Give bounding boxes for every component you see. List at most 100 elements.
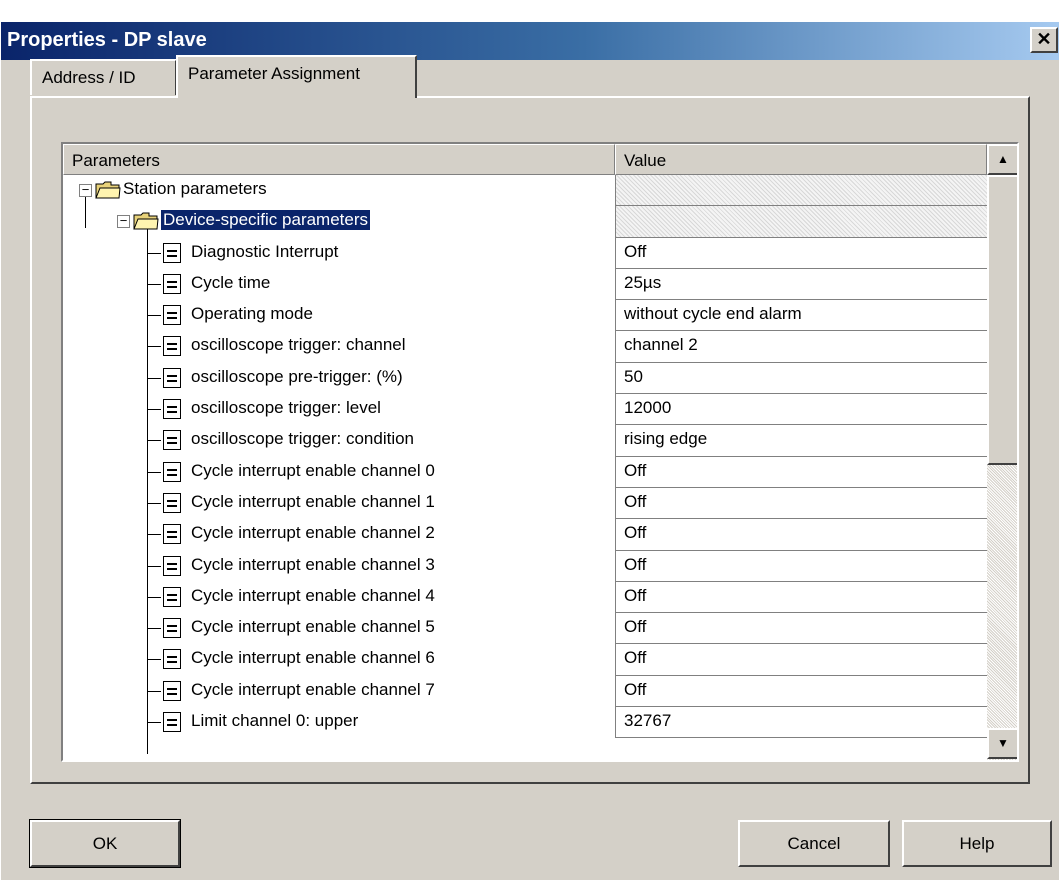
parameter-row[interactable]: oscilloscope trigger: level 12000 <box>63 394 987 426</box>
help-button[interactable]: Help <box>902 820 1052 867</box>
collapse-icon[interactable]: − <box>79 183 92 197</box>
parameter-cell: Cycle interrupt enable channel 2 <box>63 519 615 550</box>
parameter-row[interactable]: Diagnostic Interrupt Off <box>63 237 987 269</box>
parameter-icon <box>163 305 181 326</box>
tree-line <box>147 409 161 411</box>
parameter-row[interactable]: Cycle interrupt enable channel 4 Off <box>63 581 987 614</box>
value-cell[interactable]: without cycle end alarm <box>615 300 987 332</box>
parameter-cell: Cycle interrupt enable channel 1 <box>63 488 615 519</box>
parameter-cell: Cycle interrupt enable channel 7 <box>63 676 615 707</box>
parameter-row[interactable]: Cycle interrupt enable channel 0 Off <box>63 456 987 488</box>
column-header-parameters[interactable]: Parameters <box>63 144 615 175</box>
cancel-button[interactable]: Cancel <box>738 820 890 867</box>
tree-node-row[interactable]: − Station parameters <box>63 175 987 207</box>
parameter-row[interactable]: oscilloscope trigger: channel channel 2 <box>63 331 987 363</box>
title-bar[interactable]: Properties - DP slave ✕ <box>1 22 1059 60</box>
grid-rows: − Station parameters − Device-specific para… <box>63 175 987 755</box>
parameter-cell: Cycle time <box>63 269 615 300</box>
column-header-value[interactable]: Value <box>615 144 987 175</box>
scroll-thumb[interactable] <box>987 175 1017 465</box>
tree-line <box>147 628 161 630</box>
value-cell[interactable]: Off <box>615 675 987 708</box>
tree-line <box>147 377 161 379</box>
tree-line <box>147 315 161 317</box>
tree-line <box>147 596 161 598</box>
parameter-label: Cycle interrupt enable channel 5 <box>191 617 435 637</box>
value-cell[interactable]: channel 2 <box>615 331 987 363</box>
value-cell[interactable]: Off <box>615 644 987 676</box>
value-cell[interactable]: 25µs <box>615 268 987 301</box>
parameter-cell: − Station parameters <box>63 175 615 206</box>
tree-node-row[interactable]: − Device-specific parameters <box>63 206 987 238</box>
parameter-row[interactable]: Cycle interrupt enable channel 5 Off <box>63 613 987 645</box>
value-cell[interactable]: Off <box>615 519 987 551</box>
parameter-cell: oscilloscope pre-trigger: (%) <box>63 363 615 394</box>
parameter-icon <box>163 367 181 388</box>
parameter-icon <box>163 273 181 294</box>
parameter-label: Limit channel 0: upper <box>191 711 359 731</box>
value-cell[interactable]: 50 <box>615 362 987 395</box>
parameter-row[interactable]: Cycle interrupt enable channel 6 Off <box>63 644 987 676</box>
tree-line <box>147 722 161 724</box>
parameter-row[interactable]: Cycle interrupt enable channel 7 Off <box>63 675 987 708</box>
parameter-label: Cycle interrupt enable channel 3 <box>191 554 435 574</box>
value-cell[interactable]: Off <box>615 237 987 269</box>
close-button[interactable]: ✕ <box>1030 27 1058 53</box>
parameter-icon <box>163 618 181 639</box>
parameter-icon <box>163 492 181 513</box>
parameter-cell: − Device-specific parameters <box>63 206 615 237</box>
value-cell[interactable]: rising edge <box>615 425 987 457</box>
tree-line <box>147 565 161 567</box>
parameter-icon <box>163 242 181 263</box>
ok-button[interactable]: OK <box>29 819 181 868</box>
tree-line <box>147 283 161 285</box>
scroll-up-button[interactable]: ▲ <box>987 144 1017 175</box>
parameter-label: Cycle interrupt enable channel 4 <box>191 585 435 605</box>
tree-line <box>147 471 161 473</box>
parameter-cell: Operating mode <box>63 300 615 331</box>
parameter-cell: Cycle interrupt enable channel 5 <box>63 613 615 644</box>
tree-line <box>147 690 161 692</box>
parameter-label: oscilloscope trigger: channel <box>191 335 406 355</box>
parameter-icon <box>163 680 181 701</box>
parameter-cell: Diagnostic Interrupt <box>63 238 615 269</box>
parameter-icon <box>163 586 181 607</box>
parameter-row[interactable]: Cycle interrupt enable channel 1 Off <box>63 487 987 520</box>
tab-address-id[interactable]: Address / ID <box>30 59 177 95</box>
value-cell[interactable]: Off <box>615 487 987 520</box>
parameter-cell: Limit channel 0: upper <box>63 707 615 738</box>
parameter-row[interactable]: Cycle interrupt enable channel 3 Off <box>63 550 987 582</box>
parameter-row[interactable]: oscilloscope pre-trigger: (%) 50 <box>63 362 987 395</box>
value-cell[interactable]: Off <box>615 613 987 645</box>
parameter-cell: oscilloscope trigger: condition <box>63 425 615 456</box>
parameter-icon <box>163 524 181 545</box>
parameter-icon <box>163 430 181 451</box>
value-cell[interactable]: Off <box>615 550 987 582</box>
parameter-row[interactable]: Cycle interrupt enable channel 2 Off <box>63 519 987 551</box>
parameter-cell: oscilloscope trigger: channel <box>63 331 615 362</box>
parameter-row[interactable]: oscilloscope trigger: condition rising ed… <box>63 425 987 457</box>
parameter-label: Cycle time <box>191 272 271 292</box>
parameter-label: Operating mode <box>191 304 313 324</box>
parameter-row[interactable]: Operating mode without cycle end alarm <box>63 300 987 332</box>
value-cell[interactable]: 12000 <box>615 394 987 426</box>
tab-parameter-assignment[interactable]: Parameter Assignment <box>176 55 417 98</box>
parameter-label: oscilloscope trigger: level <box>191 398 381 418</box>
parameter-label: Cycle interrupt enable channel 6 <box>191 648 435 668</box>
collapse-icon[interactable]: − <box>117 214 130 229</box>
value-cell[interactable]: Off <box>615 581 987 614</box>
scroll-down-button[interactable]: ▼ <box>987 728 1017 759</box>
parameter-grid: Parameters Value − Station parameters − Dev… <box>61 142 1019 762</box>
tree-line <box>147 252 161 254</box>
parameter-row[interactable]: Cycle time 25µs <box>63 268 987 301</box>
vertical-scrollbar[interactable]: ▲ ▼ <box>987 144 1017 760</box>
parameter-cell: Cycle interrupt enable channel 6 <box>63 644 615 675</box>
parameter-row[interactable]: Limit channel 0: upper 32767 <box>63 707 987 739</box>
parameter-label: oscilloscope pre-trigger: (%) <box>191 366 403 386</box>
parameter-icon <box>163 555 181 576</box>
tree-line <box>147 346 161 348</box>
parameter-icon <box>163 712 181 733</box>
parameter-icon <box>163 399 181 420</box>
value-cell[interactable]: Off <box>615 456 987 488</box>
value-cell[interactable]: 32767 <box>615 707 987 739</box>
